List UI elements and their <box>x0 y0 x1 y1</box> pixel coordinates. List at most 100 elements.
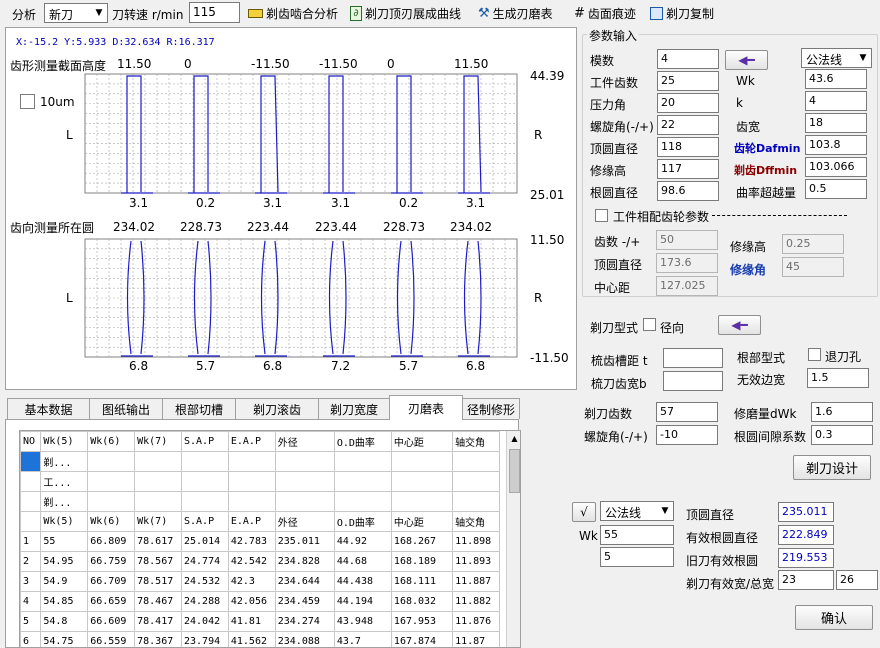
result-old-root-value: 219.553 <box>778 548 834 568</box>
wk-input[interactable]: 43.6 <box>805 69 867 89</box>
bottom-deviation-value: 5.7 <box>399 359 419 373</box>
edge-input[interactable]: 117 <box>657 159 719 179</box>
table-header-cell: 中心距 <box>390 431 454 452</box>
table-cell: 55 <box>40 531 89 552</box>
tab-root-groove[interactable]: 根部切槽 <box>162 398 236 419</box>
cutter-teeth-input[interactable]: 57 <box>656 402 718 422</box>
result-k-input[interactable]: 5 <box>600 547 674 567</box>
table-row[interactable]: 1 55 66.809 78.617 25.014 42.783 235.011 44.92 1… <box>20 531 500 552</box>
mate-angle-input[interactable]: 45 <box>782 257 844 277</box>
invalid-input[interactable]: 1.5 <box>807 368 869 388</box>
table-row[interactable]: 剃... <box>20 491 500 512</box>
table-row[interactable]: 5 54.8 66.609 78.417 24.042 41.81 234.274 43.94… <box>20 611 500 632</box>
k-input[interactable]: 4 <box>805 91 867 111</box>
cutter-helix-input[interactable]: -10 <box>656 425 718 445</box>
copy-cutter-button[interactable]: 剃刀复制 <box>650 3 714 23</box>
root-label: 根圆直径 <box>590 186 639 200</box>
clearance-input[interactable]: 0.3 <box>811 425 873 445</box>
speed-input[interactable]: 115 <box>189 2 240 23</box>
scale-checkbox[interactable] <box>20 94 35 109</box>
top-deviation-value: 0.2 <box>399 196 419 210</box>
dwk-input[interactable]: 1.6 <box>811 402 873 422</box>
tab-basic-data[interactable]: 基本数据 <box>7 398 90 419</box>
cutter-back-button[interactable]: ◀━ <box>718 315 761 335</box>
table-row[interactable]: 2 54.95 66.759 78.567 24.774 42.542 234.828 44.… <box>20 551 500 572</box>
bottom-section-value: 234.02 <box>450 220 492 234</box>
method-select[interactable]: 公法线 ▼ <box>801 48 872 68</box>
table-scrollbar[interactable]: ▲ <box>506 431 520 647</box>
table-cell: 44.438 <box>333 571 392 592</box>
table-cell <box>20 491 42 512</box>
grid-icon: # <box>574 5 585 21</box>
grinding-table[interactable]: NO Wk(5) Wk(6) Wk(7) S.A.P E.A.P 外径 O.D曲率 中心距 轴交角… <box>19 430 521 648</box>
root-input[interactable]: 98.6 <box>657 181 719 201</box>
groove-input[interactable] <box>663 348 723 368</box>
width-input[interactable]: 18 <box>805 113 867 133</box>
tab-grinding-table[interactable]: 刃磨表 <box>389 395 463 420</box>
relief-checkbox[interactable] <box>808 348 821 361</box>
tooth-trace-button[interactable]: # 齿面痕迹 <box>574 3 636 23</box>
bottom-right-label: R <box>534 291 543 305</box>
table-cell: 24.532 <box>181 571 229 592</box>
table-row[interactable]: 4 54.85 66.659 78.467 24.288 42.056 234.459 44.… <box>20 591 500 612</box>
mate-tip-input[interactable]: 173.6 <box>656 253 718 273</box>
table-row[interactable]: 剃... <box>20 451 500 472</box>
teeth-input[interactable]: 25 <box>657 71 719 91</box>
table-cell <box>20 451 42 472</box>
table-cell: 66.809 <box>87 531 136 552</box>
table-cell <box>134 491 182 512</box>
copy-icon <box>650 6 663 20</box>
mate-checkbox[interactable] <box>595 209 608 222</box>
table-cell <box>333 491 392 512</box>
table-row[interactable]: 6 54.75 66.559 78.367 23.794 41.562 234.088 43.… <box>20 631 500 647</box>
center-label: 中心距 <box>594 281 631 295</box>
cutter-design-button[interactable]: 剃刀设计 <box>793 455 871 480</box>
table-cell <box>181 471 229 492</box>
tab-radial-modify[interactable]: 径制修形 <box>462 398 520 419</box>
confirm-button[interactable]: 确认 <box>795 605 873 630</box>
result-method-select[interactable]: 公法线 ▼ <box>600 501 674 521</box>
tool-icon: ⚒ <box>478 5 490 21</box>
center-input[interactable]: 127.025 <box>656 276 718 296</box>
check-button[interactable]: √ <box>572 502 596 522</box>
mate-edge-input[interactable]: 0.25 <box>782 234 844 254</box>
chart-panel[interactable]: X:-15.2 Y:5.933 D:32.634 R:16.317 齿形测量截面… <box>5 27 577 390</box>
table-header-cell: E.A.P <box>227 431 276 452</box>
dwk-label: 修磨量dWk <box>734 407 797 421</box>
crown-input[interactable]: 0.5 <box>805 179 867 199</box>
scroll-up-icon[interactable]: ▲ <box>507 431 520 447</box>
result-tip-label: 顶圆直径 <box>686 508 735 522</box>
module-input[interactable]: 4 <box>657 49 719 69</box>
tip-input[interactable]: 118 <box>657 137 719 157</box>
table-row[interactable]: 3 54.9 66.709 78.517 24.532 42.3 234.644 44.438… <box>20 571 500 592</box>
tab-cutter-hobbing[interactable]: 剃刀滚齿 <box>235 398 319 419</box>
table-row[interactable]: 工... <box>20 471 500 492</box>
table-cell: 42.783 <box>227 531 276 552</box>
tab-cutter-width[interactable]: 剃刀宽度 <box>318 398 390 419</box>
table-cell: 78.567 <box>134 551 182 572</box>
top-section-value: 0 <box>184 57 192 71</box>
gear-dafmin-input[interactable]: 103.8 <box>805 135 867 155</box>
back-arrow-button[interactable]: ◀━ <box>725 50 768 70</box>
helix-input[interactable]: 22 <box>657 115 719 135</box>
mesh-analysis-button[interactable]: 剃齿啮合分析 <box>248 3 338 23</box>
result-wk-input[interactable]: 55 <box>600 525 674 545</box>
tab-drawing-output[interactable]: 图纸输出 <box>89 398 163 419</box>
scroll-thumb[interactable] <box>509 449 520 493</box>
mate-teeth-input[interactable]: 50 <box>656 230 718 250</box>
curve-label: 剃刀顶刃展成曲线 <box>365 6 462 21</box>
radial-checkbox[interactable] <box>643 318 656 331</box>
pressure-input[interactable]: 20 <box>657 93 719 113</box>
curve-button[interactable]: ∂ 剃刀顶刃展成曲线 <box>350 3 461 23</box>
comb-input[interactable] <box>663 371 723 391</box>
shave-dffmin-input[interactable]: 103.066 <box>805 157 867 177</box>
table-cell: 41.81 <box>227 611 276 632</box>
table-cell: 54.85 <box>40 591 89 612</box>
table-cell <box>227 471 276 492</box>
pressure-label: 压力角 <box>590 98 627 112</box>
generate-table-button[interactable]: ⚒ 生成刃磨表 <box>478 3 553 23</box>
cutter-type-label: 剃刀型式 <box>590 321 639 335</box>
mode-select[interactable]: 新刀 ▼ <box>44 3 108 23</box>
table-cell: 78.467 <box>134 591 182 612</box>
top-deviation-value: 3.1 <box>129 196 149 210</box>
